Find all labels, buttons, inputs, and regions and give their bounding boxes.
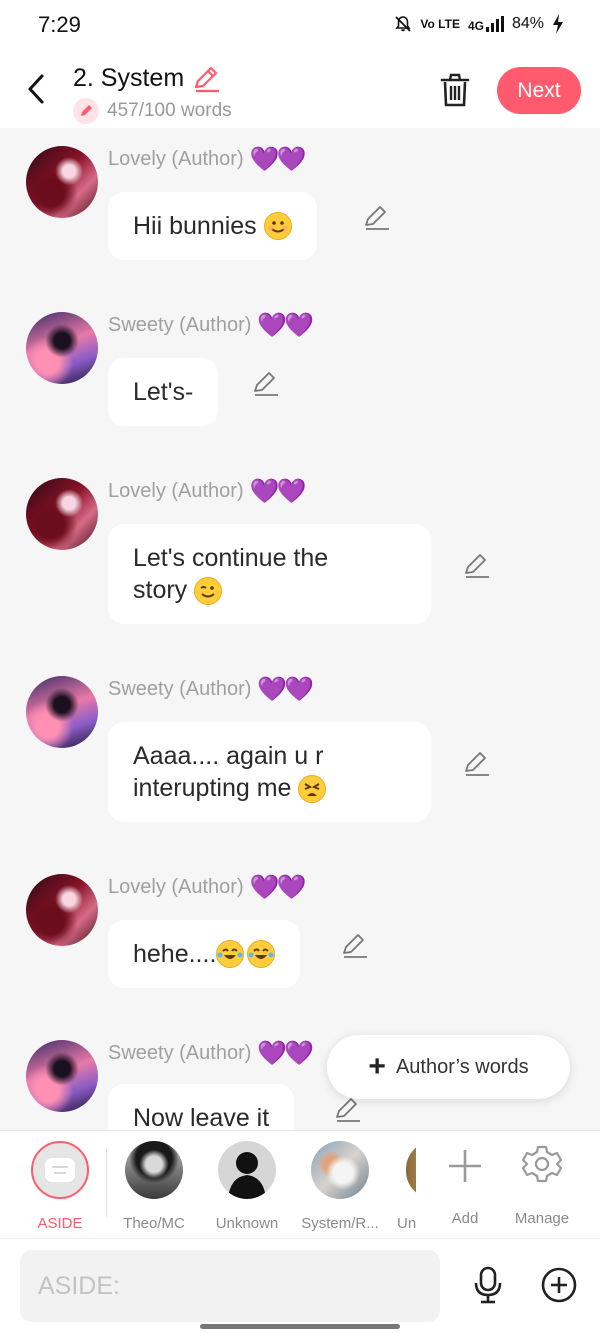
message-bubble[interactable]: Let's- <box>108 358 219 426</box>
avatar-sweety[interactable] <box>26 1040 98 1112</box>
status-icons: Vo LTE 4G 84% <box>394 14 564 34</box>
avatar-sweety[interactable] <box>26 312 98 384</box>
purple-hearts-icon: 💜💜 <box>249 145 307 173</box>
next-button[interactable]: Next <box>497 67 581 114</box>
purple-hearts-icon: 💜💜 <box>257 675 314 703</box>
message-author: Lovely (Author) 💜💜 <box>108 477 307 505</box>
avatar-lovely[interactable] <box>26 478 98 550</box>
message-bubble[interactable]: Hii bunnies <box>108 192 317 260</box>
avatar-system <box>311 1141 369 1199</box>
chapter-title-text: 2. System <box>73 64 185 92</box>
character-system[interactable]: System/R... <box>298 1141 382 1232</box>
smiling-face-emoji-icon <box>263 212 292 240</box>
authors-words-button[interactable]: + Author’s words <box>327 1035 570 1099</box>
avatar-lovely[interactable] <box>26 874 98 946</box>
edit-message-icon[interactable] <box>363 204 391 232</box>
message-bubble[interactable]: hehe.... <box>108 920 301 988</box>
status-bar: 7:29 Vo LTE 4G 84% <box>0 0 600 52</box>
message-bubble[interactable]: Let's continue the story <box>108 524 431 624</box>
character-aside[interactable]: ASIDE <box>18 1141 102 1232</box>
message-bubble[interactable]: Now leave it <box>108 1084 295 1130</box>
home-indicator <box>200 1324 400 1329</box>
status-time: 7:29 <box>38 12 81 37</box>
word-count: 457/100 words <box>73 98 232 124</box>
purple-hearts-icon: 💜💜 <box>257 1039 314 1067</box>
composer-bar <box>0 1238 600 1333</box>
add-attachment-icon[interactable] <box>541 1267 577 1303</box>
message-author: Sweety (Author) 💜💜 <box>108 311 314 339</box>
gear-icon <box>521 1145 563 1183</box>
edit-message-icon[interactable] <box>463 552 491 580</box>
mute-bell-icon <box>395 16 412 32</box>
plus-icon <box>449 1150 481 1182</box>
avatar-unknown <box>218 1141 276 1199</box>
purple-hearts-icon: 💜💜 <box>249 477 307 505</box>
edit-title-icon[interactable] <box>192 65 222 93</box>
network-4g: 4G <box>468 16 504 32</box>
back-arrow-icon[interactable] <box>22 72 52 106</box>
volte-indicator: Vo LTE <box>420 17 460 31</box>
trash-icon[interactable] <box>436 72 474 108</box>
edit-message-icon[interactable] <box>463 750 491 778</box>
tears-of-joy-emoji-icon <box>247 940 276 968</box>
character-partial[interactable]: Un <box>376 1141 416 1232</box>
character-unknown[interactable]: Unknown <box>205 1141 289 1232</box>
message-input[interactable] <box>20 1250 440 1322</box>
chapter-title[interactable]: 2. System <box>73 64 222 93</box>
avatar-lovely[interactable] <box>26 146 98 218</box>
app-header: 2. System 457/100 words Next <box>0 52 600 128</box>
plus-icon: + <box>368 1050 386 1083</box>
message-bubble[interactable]: Aaaa.... again u r interupting me <box>108 722 431 822</box>
charging-bolt-icon <box>553 14 563 34</box>
edit-message-icon[interactable] <box>334 1096 362 1124</box>
message-author: Lovely (Author) 💜💜 <box>108 145 307 173</box>
tired-face-emoji-icon <box>298 775 327 804</box>
word-count-text: 457/100 words <box>107 100 232 121</box>
manage-characters-button[interactable]: Manage <box>500 1141 584 1227</box>
divider <box>106 1149 107 1217</box>
edit-message-icon[interactable] <box>252 370 280 398</box>
edit-message-icon[interactable] <box>341 932 369 960</box>
pencil-icon <box>73 98 99 124</box>
microphone-icon[interactable] <box>471 1265 505 1305</box>
avatar-sweety[interactable] <box>26 676 98 748</box>
signal-bars-icon <box>485 16 504 32</box>
purple-hearts-icon: 💜💜 <box>257 311 314 339</box>
message-author: Lovely (Author) 💜💜 <box>108 873 307 901</box>
winking-face-emoji-icon <box>194 577 223 606</box>
add-character-button[interactable]: Add <box>423 1141 507 1227</box>
aside-icon <box>31 1141 89 1199</box>
tears-of-joy-emoji-icon <box>216 940 245 968</box>
chat-list[interactable]: Lovely (Author) 💜💜 Hii bunnies Sweety (Au… <box>0 128 600 1130</box>
avatar-theo <box>125 1141 183 1199</box>
purple-hearts-icon: 💜💜 <box>249 873 307 901</box>
character-theo[interactable]: Theo/MC <box>112 1141 196 1232</box>
battery-level: 84% <box>511 15 544 32</box>
avatar-partial <box>406 1141 416 1199</box>
message-author: Sweety (Author) 💜💜 <box>108 675 314 703</box>
character-bar: ASIDE Theo/MC Unknown System/R... Un Add <box>0 1130 600 1238</box>
message-author: Sweety (Author) 💜💜 <box>108 1039 314 1067</box>
